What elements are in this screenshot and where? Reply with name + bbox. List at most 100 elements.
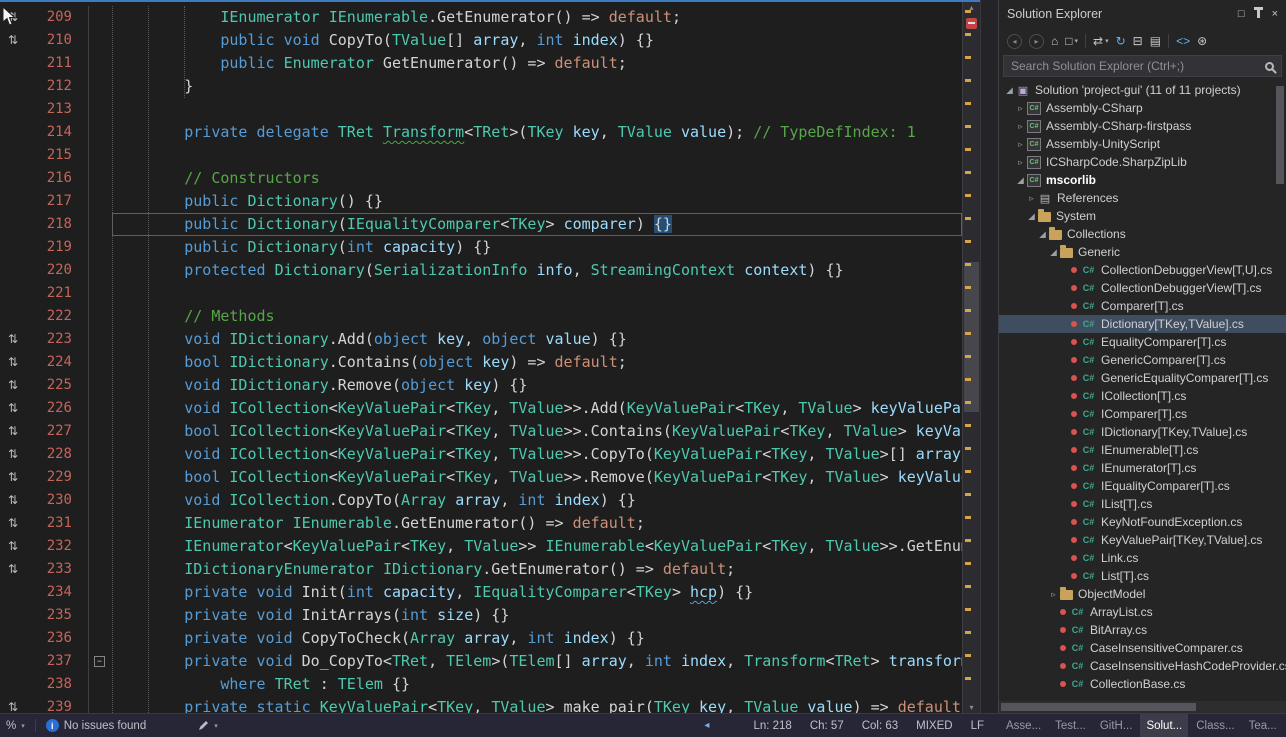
updown-arrows-icon[interactable]: ⇅ (8, 516, 18, 530)
tree-item[interactable]: C#CollectionDebuggerView[T].cs (999, 279, 1286, 297)
properties-icon[interactable]: ⊛ (1197, 32, 1207, 50)
updown-arrows-icon[interactable]: ⇅ (8, 401, 18, 415)
encoding-indicator[interactable]: MIXED (916, 720, 952, 732)
expand-arrow-icon[interactable]: ▹ (1014, 121, 1027, 132)
tree-item[interactable]: ▹ObjectModel (999, 585, 1286, 603)
panel-tab-class[interactable]: Class... (1190, 714, 1240, 737)
tree-item[interactable]: ◢System (999, 207, 1286, 225)
panel-tab-test[interactable]: Test... (1049, 714, 1092, 737)
panel-tab-tea[interactable]: Tea... (1243, 714, 1283, 737)
char-indicator[interactable]: Ch: 57 (810, 720, 844, 732)
code-line[interactable]: ⇅210 public void CopyTo(TValue[] array, … (0, 29, 962, 52)
code-line[interactable]: ⇅232 IEnumerator<KeyValuePair<TKey, TVal… (0, 535, 962, 558)
code-line[interactable]: ⇅224 bool IDictionary.Contains(object ke… (0, 351, 962, 374)
code-line[interactable]: 211 public Enumerator GetEnumerator() =>… (0, 52, 962, 75)
updown-arrows-icon[interactable]: ⇅ (8, 424, 18, 438)
sync-with-active-document-icon[interactable]: ⇄▾ (1093, 32, 1109, 50)
show-all-files-icon[interactable]: ▤ (1150, 32, 1161, 50)
code-line[interactable]: 237− private void Do_CopyTo<TRet, TElem>… (0, 650, 962, 673)
eol-indicator[interactable]: LF (971, 720, 984, 732)
scroll-down-icon[interactable]: ▾ (963, 703, 980, 712)
column-indicator[interactable]: Col: 63 (862, 720, 898, 732)
collapse-arrow-icon[interactable]: ◢ (1014, 175, 1027, 186)
collapse-arrow-icon[interactable]: ◢ (1036, 229, 1049, 240)
code-line[interactable]: 213 (0, 98, 962, 121)
view-code-icon[interactable]: <> (1176, 32, 1190, 50)
collapse-arrow-icon[interactable]: ◢ (1003, 85, 1016, 96)
zoom-control[interactable]: % ▾ (0, 714, 31, 737)
tree-item[interactable]: C#IEnumerable[T].cs (999, 441, 1286, 459)
expand-arrow-icon[interactable]: ▹ (1014, 139, 1027, 150)
scrollbar-thumb[interactable] (1001, 703, 1196, 711)
collapse-all-icon[interactable]: ⊟ (1133, 32, 1143, 50)
code-line[interactable]: ⇅233 IDictionaryEnumerator IDictionary.G… (0, 558, 962, 581)
tree-item[interactable]: C#IEnumerator[T].cs (999, 459, 1286, 477)
code-line[interactable]: ⇅223 void IDictionary.Add(object key, ob… (0, 328, 962, 351)
expand-arrow-icon[interactable]: ▹ (1014, 157, 1027, 168)
code-line[interactable]: ⇅228 void ICollection<KeyValuePair<TKey,… (0, 443, 962, 466)
updown-arrows-icon[interactable]: ⇅ (8, 10, 18, 24)
code-area[interactable]: ⇅209 IEnumerator IEnumerable.GetEnumerat… (0, 2, 962, 713)
tree-item[interactable]: C#IEqualityComparer[T].cs (999, 477, 1286, 495)
se-vscrollbar[interactable] (1274, 84, 1286, 384)
code-line[interactable]: ⇅225 void IDictionary.Remove(object key)… (0, 374, 962, 397)
code-line[interactable]: 221 (0, 282, 962, 305)
hscroll-left-arrow-icon[interactable]: ◂ (704, 720, 709, 731)
expand-arrow-icon[interactable]: ▹ (1047, 589, 1060, 600)
code-line[interactable]: 215 (0, 144, 962, 167)
window-frames-icon[interactable]: □ (1238, 8, 1245, 20)
panel-tab-solut[interactable]: Solut... (1140, 714, 1188, 737)
code-line[interactable]: ⇅209 IEnumerator IEnumerable.GetEnumerat… (0, 6, 962, 29)
refresh-icon[interactable]: ↻ (1116, 32, 1126, 50)
tree-item[interactable]: C#Comparer[T].cs (999, 297, 1286, 315)
code-line[interactable]: ⇅227 bool ICollection<KeyValuePair<TKey,… (0, 420, 962, 443)
editor-vscrollbar[interactable]: ▴ ▾ (962, 2, 980, 713)
tree-item[interactable]: C#GenericEqualityComparer[T].cs (999, 369, 1286, 387)
scrollbar-thumb[interactable] (1276, 86, 1284, 184)
tree-item[interactable]: C#KeyNotFoundException.cs (999, 513, 1286, 531)
tree-item[interactable]: ▹C#Assembly-CSharp (999, 99, 1286, 117)
updown-arrows-icon[interactable]: ⇅ (8, 33, 18, 47)
tree-item[interactable]: C#BitArray.cs (999, 621, 1286, 639)
tree-item[interactable]: C#Dictionary[TKey,TValue].cs (999, 315, 1286, 333)
line-indicator[interactable]: Ln: 218 (753, 720, 791, 732)
code-line[interactable]: ⇅230 void ICollection.CopyTo(Array array… (0, 489, 962, 512)
search-icon[interactable] (1265, 62, 1274, 71)
updown-arrows-icon[interactable]: ⇅ (8, 700, 18, 713)
code-editor[interactable]: ⇅209 IEnumerator IEnumerable.GetEnumerat… (0, 0, 980, 713)
tree-item[interactable]: C#IComparer[T].cs (999, 405, 1286, 423)
tree-item[interactable]: ▹C#ICSharpCode.SharpZipLib (999, 153, 1286, 171)
code-line[interactable]: ⇅229 bool ICollection<KeyValuePair<TKey,… (0, 466, 962, 489)
tree-item[interactable]: C#ArrayList.cs (999, 603, 1286, 621)
code-line[interactable]: 220 protected Dictionary(SerializationIn… (0, 259, 962, 282)
panel-splitter[interactable] (980, 0, 998, 713)
se-hscrollbar[interactable] (999, 701, 1286, 713)
code-line[interactable]: 212 } (0, 75, 962, 98)
scrollbar-thumb[interactable] (964, 262, 979, 412)
tree-item[interactable]: C#IList[T].cs (999, 495, 1286, 513)
tree-item[interactable]: C#CollectionDebuggerView[T,U].cs (999, 261, 1286, 279)
switch-views-icon[interactable]: □▾ (1065, 32, 1078, 50)
tree-item[interactable]: C#ICollection[T].cs (999, 387, 1286, 405)
pin-icon[interactable] (1257, 10, 1260, 18)
edit-suggestions-control[interactable]: ▾ (192, 714, 224, 737)
code-line[interactable]: 216 // Constructors (0, 167, 962, 190)
updown-arrows-icon[interactable]: ⇅ (8, 355, 18, 369)
tree-item[interactable]: C#CaseInsensitiveHashCodeProvider.cs (999, 657, 1286, 675)
tree-item[interactable]: ◢▣Solution 'project-gui' (11 of 11 proje… (999, 81, 1286, 99)
tree-item[interactable]: C#CollectionBase.cs (999, 675, 1286, 693)
collapse-arrow-icon[interactable]: ◢ (1025, 211, 1038, 222)
issues-status[interactable]: i No issues found (40, 714, 152, 737)
tree-item[interactable]: C#EqualityComparer[T].cs (999, 333, 1286, 351)
tree-item[interactable]: ▹C#Assembly-CSharp-firstpass (999, 117, 1286, 135)
panel-tab-asse[interactable]: Asse... (1000, 714, 1047, 737)
tree-item[interactable]: ◢Generic (999, 243, 1286, 261)
navigate-back-icon[interactable]: ◂ (1007, 34, 1022, 49)
updown-arrows-icon[interactable]: ⇅ (8, 562, 18, 576)
code-line[interactable]: 235 private void InitArrays(int size) {} (0, 604, 962, 627)
code-line[interactable]: 236 private void CopyToCheck(Array array… (0, 627, 962, 650)
code-line[interactable]: 234 private void Init(int capacity, IEqu… (0, 581, 962, 604)
tree-item[interactable]: C#List[T].cs (999, 567, 1286, 585)
expand-arrow-icon[interactable]: ▹ (1025, 193, 1038, 204)
code-line[interactable]: 222 // Methods (0, 305, 962, 328)
